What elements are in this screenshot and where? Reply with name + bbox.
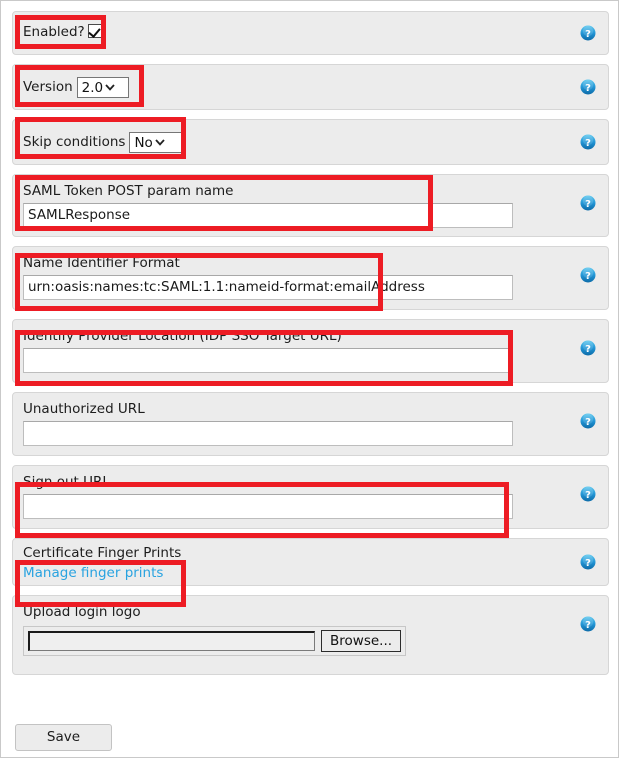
browse-button[interactable]: Browse...: [321, 630, 402, 652]
help-question-icon[interactable]: ?: [580, 25, 596, 41]
help-question-icon[interactable]: ?: [580, 340, 596, 356]
setting-row-identity-provider-location: Identify Provider Location (IDP SSO Targ…: [12, 319, 609, 383]
saml-settings-form: Enabled? ? Version 2.0 ? Skip conditions…: [12, 11, 609, 684]
identity-provider-location-input[interactable]: [23, 348, 513, 373]
svg-text:?: ?: [585, 344, 591, 355]
version-select[interactable]: 2.0: [76, 77, 129, 98]
name-identifier-format-input[interactable]: urn:oasis:names:tc:SAML:1.1:nameid-forma…: [23, 275, 513, 300]
chevron-down-icon: [153, 133, 167, 152]
setting-row-version: Version 2.0 ?: [12, 64, 609, 110]
svg-text:?: ?: [585, 620, 591, 631]
label-enabled: Enabled?: [23, 24, 85, 40]
label-sign-out-url: Sign out URL: [23, 474, 110, 490]
setting-row-certificate-finger-prints: Certificate Finger Prints Manage finger …: [12, 538, 609, 586]
help-question-icon[interactable]: ?: [580, 134, 596, 150]
label-unauthorized-url: Unauthorized URL: [23, 401, 145, 417]
svg-text:?: ?: [585, 271, 591, 282]
sign-out-url-input[interactable]: [23, 494, 513, 519]
setting-row-unauthorized-url: Unauthorized URL ?: [12, 392, 609, 456]
logo-file-field[interactable]: Browse...: [23, 626, 407, 656]
setting-row-name-identifier-format: Name Identifier Format urn:oasis:names:t…: [12, 246, 609, 310]
version-select-value: 2.0: [81, 80, 104, 96]
help-question-icon[interactable]: ?: [580, 486, 596, 502]
help-question-icon[interactable]: ?: [580, 616, 596, 632]
svg-text:?: ?: [585, 417, 591, 428]
label-skip-conditions: Skip conditions: [23, 134, 126, 150]
enabled-checkbox[interactable]: [87, 24, 102, 38]
help-question-icon[interactable]: ?: [580, 554, 596, 570]
svg-text:?: ?: [585, 490, 591, 501]
svg-text:?: ?: [585, 29, 591, 40]
help-question-icon[interactable]: ?: [580, 195, 596, 211]
unauthorized-url-input[interactable]: [23, 421, 513, 446]
svg-text:?: ?: [585, 558, 591, 569]
label-saml-token-post-param-name: SAML Token POST param name: [23, 183, 234, 199]
help-question-icon[interactable]: ?: [580, 413, 596, 429]
setting-row-skip-conditions: Skip conditions No ?: [12, 119, 609, 165]
help-question-icon[interactable]: ?: [580, 267, 596, 283]
label-name-identifier-format: Name Identifier Format: [23, 255, 180, 271]
logo-file-path[interactable]: [28, 631, 315, 651]
help-question-icon[interactable]: ?: [580, 79, 596, 95]
saml-token-post-param-name-input[interactable]: SAMLResponse: [23, 203, 513, 228]
setting-row-sign-out-url: Sign out URL ?: [12, 465, 609, 529]
label-certificate-finger-prints: Certificate Finger Prints: [23, 545, 182, 561]
label-identity-provider-location: Identify Provider Location (IDP SSO Targ…: [23, 328, 342, 344]
manage-finger-prints-link[interactable]: Manage finger prints: [23, 565, 163, 582]
svg-text:?: ?: [585, 138, 591, 149]
svg-text:?: ?: [585, 83, 591, 94]
save-button[interactable]: Save: [15, 724, 112, 751]
label-version: Version: [23, 79, 73, 95]
setting-row-enabled: Enabled? ?: [12, 11, 609, 55]
setting-row-upload-login-logo: Upload login logo Browse... ?: [12, 595, 609, 675]
skip-conditions-select-value: No: [134, 135, 153, 151]
setting-row-saml-token-post-param-name: SAML Token POST param name SAMLResponse …: [12, 174, 609, 237]
svg-text:?: ?: [585, 199, 591, 210]
label-upload-login-logo: Upload login logo: [23, 604, 141, 620]
chevron-down-icon: [103, 78, 117, 97]
settings-page: Enabled? ? Version 2.0 ? Skip conditions…: [0, 0, 619, 758]
skip-conditions-select[interactable]: No: [129, 132, 186, 153]
